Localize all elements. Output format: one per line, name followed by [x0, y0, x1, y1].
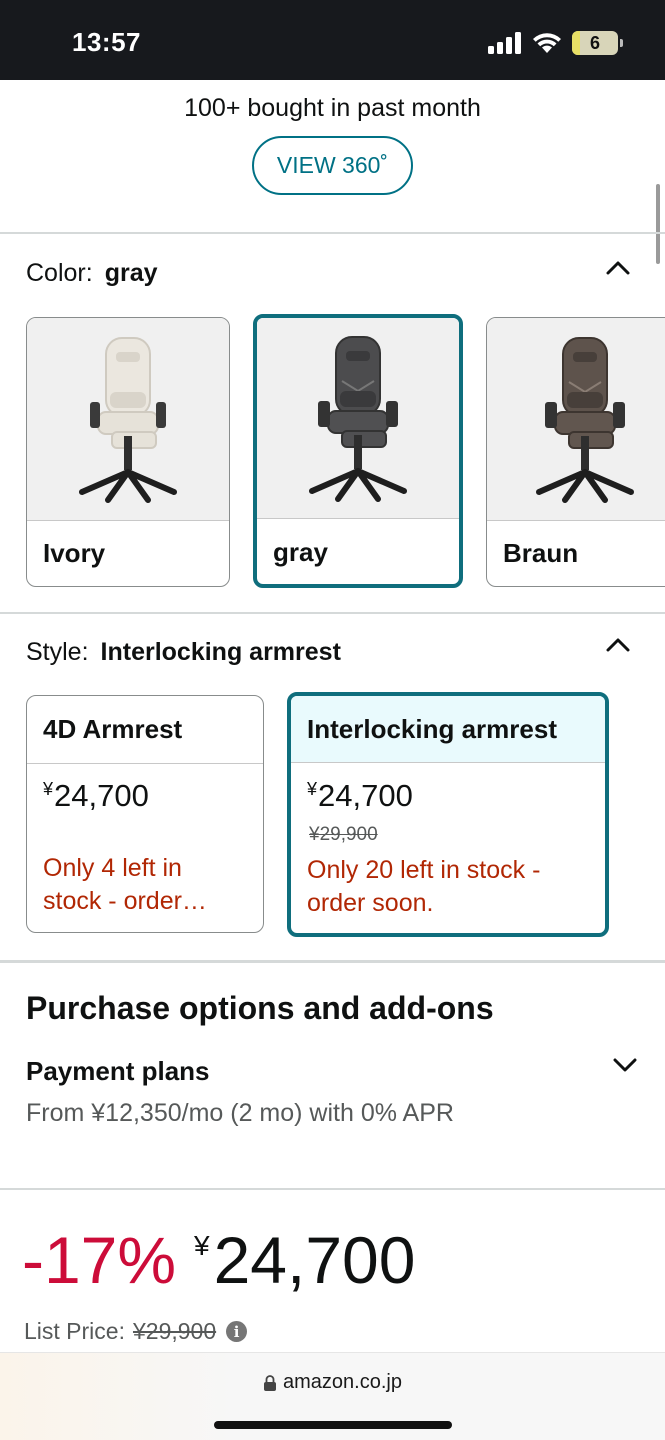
style-option-list-price: ¥29,900 — [309, 824, 378, 845]
style-option-4d-armrest[interactable]: 4D Armrest ¥24,700 Only 4 left in stock … — [26, 695, 264, 933]
wifi-icon — [533, 33, 561, 53]
view-360-button[interactable]: VIEW 360˚ — [252, 136, 413, 195]
lock-icon — [264, 1374, 277, 1391]
chevron-down-icon[interactable] — [612, 1052, 638, 1078]
chair-icon — [79, 336, 177, 503]
battery-level: 6 — [589, 32, 600, 53]
currency-symbol: ¥ — [307, 779, 318, 799]
style-section-label: Style: Interlocking armrest — [26, 638, 341, 667]
style-label: Style: — [26, 638, 89, 666]
payment-plans-description: From ¥12,350/mo (2 mo) with 0% APR — [26, 1099, 454, 1127]
purchase-options-title: Purchase options and add-ons — [26, 990, 494, 1026]
status-time: 13:57 — [72, 27, 141, 57]
discount-percent: -17% — [22, 1223, 177, 1297]
section-divider — [0, 612, 665, 614]
currency-symbol: ¥ — [194, 1230, 210, 1261]
chair-image — [27, 318, 229, 520]
swatch-label-braun: Braun — [503, 538, 579, 568]
info-icon[interactable]: i — [226, 1321, 248, 1342]
list-price-value: ¥29,900 — [132, 1318, 217, 1344]
chair-icon — [309, 335, 407, 502]
style-option-price: ¥24,700 — [307, 778, 413, 814]
url-text: amazon.co.jp — [283, 1371, 402, 1393]
scrollbar-thumb[interactable] — [656, 184, 660, 264]
section-divider — [0, 232, 665, 234]
home-indicator[interactable] — [214, 1421, 452, 1429]
section-divider — [0, 1188, 665, 1190]
swatch-label-gray: gray — [273, 537, 328, 567]
chevron-up-icon[interactable] — [605, 632, 631, 658]
style-selected-value: Interlocking armrest — [100, 638, 341, 666]
color-selected-value: gray — [104, 259, 158, 287]
chair-icon — [536, 336, 634, 503]
currency-symbol: ¥ — [43, 779, 54, 799]
price-amount: 24,700 — [54, 778, 149, 813]
bought-count-text: 100+ bought in past month — [184, 94, 481, 122]
battery-icon: 6 — [572, 31, 623, 55]
stock-status: Only 20 left in stock - order soon. — [307, 856, 541, 917]
chevron-up-icon[interactable] — [605, 255, 631, 281]
color-swatch-ivory[interactable]: Ivory — [26, 317, 230, 587]
browser-url-bar: amazon.co.jp — [0, 1352, 665, 1440]
section-divider — [0, 960, 665, 963]
signal-icon — [488, 32, 521, 54]
status-bar: 13:57 6 — [0, 0, 665, 80]
chair-image — [257, 318, 459, 518]
chair-image — [487, 318, 665, 520]
url-display[interactable]: amazon.co.jp — [0, 1371, 665, 1394]
swatch-label-ivory: Ivory — [43, 538, 106, 568]
price-amount: 24,700 — [318, 778, 413, 813]
color-swatch-gray[interactable]: gray — [253, 314, 463, 588]
style-option-price: ¥24,700 — [43, 778, 149, 814]
list-price-label: List Price: — [24, 1318, 125, 1344]
list-price: List Price: ¥29,900 i — [24, 1318, 248, 1345]
style-option-title: Interlocking armrest — [291, 696, 605, 762]
payment-plans-title[interactable]: Payment plans — [26, 1056, 210, 1087]
status-icons: 6 — [488, 31, 623, 55]
color-swatch-braun[interactable]: Braun — [486, 317, 665, 587]
style-option-interlocking-armrest[interactable]: Interlocking armrest ¥24,700 ¥29,900 Onl… — [287, 692, 609, 937]
color-section-label: Color: gray — [26, 259, 158, 288]
color-label: Color: — [26, 259, 93, 287]
price-amount: 24,700 — [213, 1223, 416, 1297]
style-option-title: 4D Armrest — [43, 714, 183, 744]
price: ¥24,700 — [194, 1222, 415, 1298]
stock-status: Only 4 left in stock - order… — [43, 854, 207, 915]
